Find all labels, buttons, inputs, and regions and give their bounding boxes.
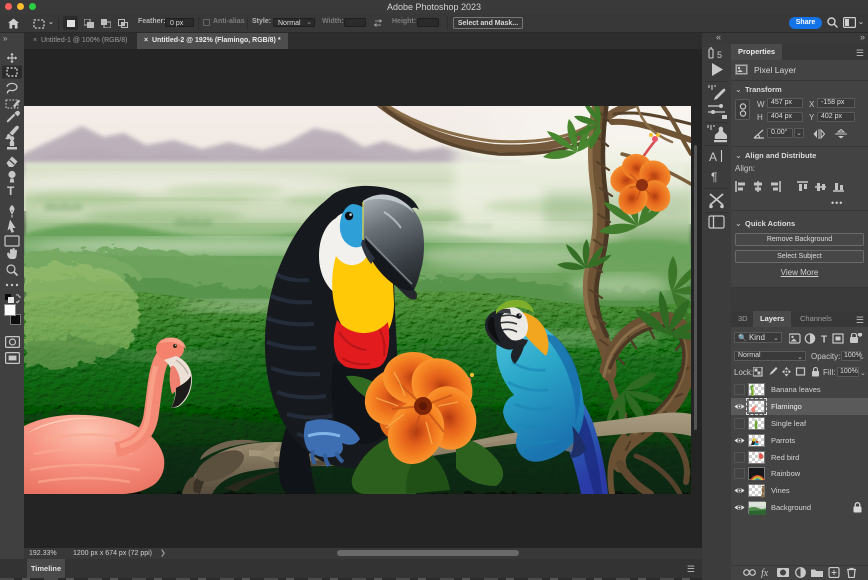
svg-text:5: 5 xyxy=(717,50,722,60)
svg-text:fx: fx xyxy=(761,568,769,578)
svg-text:T: T xyxy=(821,335,827,345)
svg-text:T: T xyxy=(7,184,15,198)
svg-text:A: A xyxy=(709,150,717,164)
svg-text:¶: ¶ xyxy=(711,170,717,184)
